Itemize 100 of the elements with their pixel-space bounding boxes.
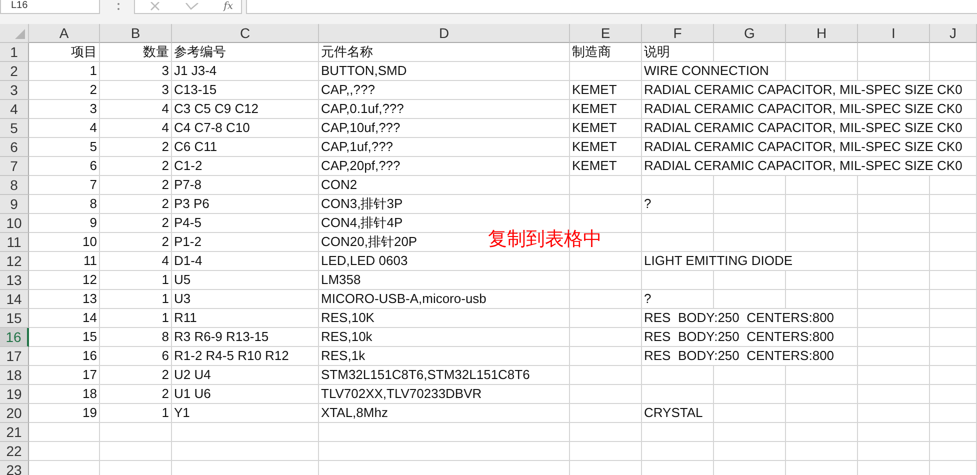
- column-header[interactable]: H: [786, 24, 858, 43]
- row-header[interactable]: 20: [0, 404, 29, 423]
- triangle-icon: [15, 29, 25, 39]
- formula-bar[interactable]: [246, 0, 977, 14]
- column-header[interactable]: D: [319, 24, 570, 43]
- table-cell: 6: [100, 347, 172, 366]
- row-header[interactable]: 14: [0, 290, 29, 309]
- table-cell: 13: [29, 290, 100, 309]
- table-cell: RADIAL CERAMIC CAPACITOR, MIL-SPEC SIZE CK0: [642, 119, 977, 138]
- row-header[interactable]: 2: [0, 62, 29, 81]
- table-cell: RADIAL CERAMIC CAPACITOR, MIL-SPEC SIZE CK0: [642, 100, 977, 119]
- table-cell: U2 U4: [172, 366, 319, 385]
- table-cell: RES BODY:250 CENTERS:800: [642, 309, 858, 328]
- table-cell: [570, 309, 642, 328]
- name-box[interactable]: L16: [0, 0, 100, 14]
- table-cell: [786, 404, 858, 423]
- table-cell: 4: [100, 119, 172, 138]
- checkmark-icon[interactable]: [185, 2, 200, 10]
- table-cell: [570, 252, 642, 271]
- more-options-icon[interactable]: [117, 2, 120, 12]
- table-cell: 14: [29, 309, 100, 328]
- row-header[interactable]: 9: [0, 195, 29, 214]
- table-cell: [714, 43, 786, 62]
- table-cell: [786, 423, 858, 442]
- table-cell: 17: [29, 366, 100, 385]
- table-cell: [786, 290, 858, 309]
- column-header[interactable]: E: [570, 24, 642, 43]
- table-cell: [858, 252, 930, 271]
- row-header[interactable]: 18: [0, 366, 29, 385]
- row-header[interactable]: 7: [0, 157, 29, 176]
- table-cell: RES BODY:250 CENTERS:800: [642, 347, 858, 366]
- table-cell: [570, 195, 642, 214]
- table-cell: KEMET: [570, 138, 642, 157]
- column-header[interactable]: F: [642, 24, 714, 43]
- table-cell: RADIAL CERAMIC CAPACITOR, MIL-SPEC SIZE CK0: [642, 81, 977, 100]
- table-cell: R11: [172, 309, 319, 328]
- row-header[interactable]: 3: [0, 81, 29, 100]
- row-header[interactable]: 19: [0, 385, 29, 404]
- row-header[interactable]: 22: [0, 442, 29, 461]
- table-cell: [858, 347, 930, 366]
- table-cell: 18: [29, 385, 100, 404]
- table-cell: [714, 423, 786, 442]
- table-cell: 4: [100, 100, 172, 119]
- table-cell: [570, 271, 642, 290]
- table-cell: BUTTON,SMD: [319, 62, 570, 81]
- table-cell: 1: [100, 271, 172, 290]
- column-header[interactable]: I: [858, 24, 930, 43]
- table-cell: P4-5: [172, 214, 319, 233]
- table-cell: [714, 176, 786, 195]
- table-cell: [570, 366, 642, 385]
- table-cell: [714, 385, 786, 404]
- row-header[interactable]: 11: [0, 233, 29, 252]
- table-cell: KEMET: [570, 157, 642, 176]
- table-cell: [100, 442, 172, 461]
- table-cell: [930, 404, 977, 423]
- table-cell: 2: [100, 233, 172, 252]
- table-cell: [858, 366, 930, 385]
- row-header[interactable]: 6: [0, 138, 29, 157]
- table-cell: KEMET: [570, 100, 642, 119]
- row-header[interactable]: 10: [0, 214, 29, 233]
- cancel-icon[interactable]: [149, 2, 161, 11]
- row-header[interactable]: 16: [0, 328, 29, 347]
- table-cell: [858, 309, 930, 328]
- select-all-button[interactable]: [0, 24, 29, 43]
- column-header[interactable]: C: [172, 24, 319, 43]
- row-header[interactable]: 23: [0, 461, 29, 475]
- row-header[interactable]: 8: [0, 176, 29, 195]
- table-cell: 9: [29, 214, 100, 233]
- column-header[interactable]: A: [29, 24, 100, 43]
- table-cell: 2: [29, 81, 100, 100]
- table-cell: 4: [29, 119, 100, 138]
- table-cell: [930, 271, 977, 290]
- row-header[interactable]: 15: [0, 309, 29, 328]
- row-header[interactable]: 12: [0, 252, 29, 271]
- table-cell: CRYSTAL: [642, 404, 714, 423]
- table-cell: [786, 214, 858, 233]
- table-cell: RES,10k: [319, 328, 570, 347]
- table-cell: [786, 62, 858, 81]
- table-cell: [930, 309, 977, 328]
- table-cell: [714, 195, 786, 214]
- row-header[interactable]: 4: [0, 100, 29, 119]
- column-header[interactable]: J: [930, 24, 977, 43]
- table-cell: [786, 43, 858, 62]
- table-cell: [29, 442, 100, 461]
- table-cell: 10: [29, 233, 100, 252]
- column-header[interactable]: B: [100, 24, 172, 43]
- table-cell: [930, 385, 977, 404]
- table-cell: 2: [100, 176, 172, 195]
- row-header[interactable]: 21: [0, 423, 29, 442]
- table-cell: [858, 442, 930, 461]
- row-header[interactable]: 5: [0, 119, 29, 138]
- column-header[interactable]: G: [714, 24, 786, 43]
- table-cell: RES BODY:250 CENTERS:800: [642, 328, 858, 347]
- row-header[interactable]: 13: [0, 271, 29, 290]
- table-cell: 2: [100, 214, 172, 233]
- table-cell: [858, 195, 930, 214]
- row-header[interactable]: 17: [0, 347, 29, 366]
- insert-function-button[interactable]: fx: [224, 0, 233, 12]
- row-header[interactable]: 1: [0, 43, 29, 62]
- table-cell: P3 P6: [172, 195, 319, 214]
